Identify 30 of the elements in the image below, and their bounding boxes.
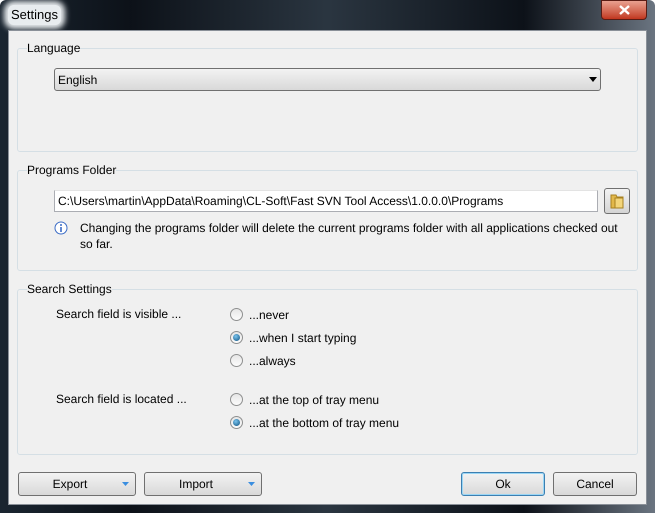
menu-button[interactable]: Import [144, 472, 262, 496]
option-label: Search field is visible ... [56, 306, 182, 323]
radio-button[interactable] [230, 393, 243, 406]
radio-button[interactable] [230, 308, 243, 321]
option-label: Search field is located ... [56, 391, 188, 408]
caret-icon [122, 482, 129, 486]
language-dropdown[interactable]: English [54, 68, 601, 91]
group-title: Programs Folder [27, 162, 116, 178]
caret-icon [248, 482, 255, 486]
radio-label: ...at the top of tray menu [249, 392, 380, 408]
folder-icon [610, 193, 624, 209]
dialog-button[interactable]: Cancel [553, 472, 637, 496]
radio-button[interactable] [230, 416, 243, 429]
menu-button[interactable]: Export [18, 472, 136, 496]
browse-button[interactable] [604, 188, 630, 214]
radio-label: ...at the bottom of tray menu [249, 414, 400, 432]
window-title: Settings [8, 5, 61, 25]
radio-label: ...always [249, 352, 296, 370]
path-field[interactable]: C:\Users\martin\AppData\Roaming\CL-Soft\Fast SVN Tool Access\1.0.0.0\Programs [54, 190, 598, 212]
info-icon [54, 221, 68, 235]
dialog-button[interactable]: Ok [461, 472, 545, 496]
info-text: Changing the programs folder will delete the current programs folder with all applications checked out so far. [80, 220, 619, 252]
radio-button[interactable] [230, 331, 243, 344]
radio-label: ...when I start typing [249, 330, 356, 346]
close-icon [618, 5, 630, 15]
group-title: Search Settings [27, 281, 112, 297]
dropdown-arrow-icon [589, 77, 597, 82]
radio-button[interactable] [230, 354, 243, 367]
radio-label: ...never [249, 306, 290, 324]
close-button[interactable] [601, 0, 647, 20]
